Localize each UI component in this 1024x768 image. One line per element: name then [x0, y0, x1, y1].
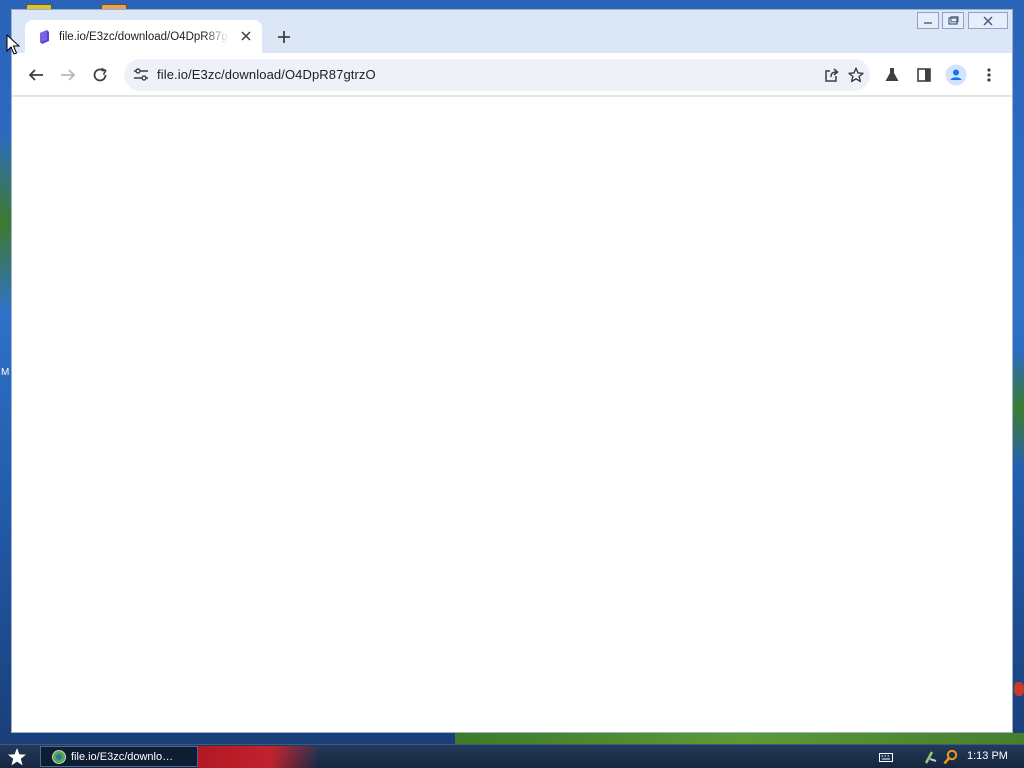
- keyboard-icon[interactable]: [879, 753, 893, 762]
- tune-icon[interactable]: [131, 65, 151, 85]
- tab-active[interactable]: file.io/E3zc/download/O4DpR87gtrzO: [25, 20, 262, 54]
- kebab-menu-icon[interactable]: [976, 62, 1002, 88]
- taskbar-item-label: file.io/E3zc/downlo…: [71, 750, 174, 763]
- address-url[interactable]: file.io/E3zc/download/O4DpR87gtrzO: [157, 67, 376, 82]
- star-icon[interactable]: [846, 65, 866, 85]
- maximize-button[interactable]: [942, 12, 964, 29]
- mouse-cursor-icon: [6, 34, 20, 55]
- browser-toolbar: file.io/E3zc/download/O4DpR87gtrzO: [12, 53, 1012, 96]
- flask-icon[interactable]: [879, 62, 905, 88]
- window-close-button[interactable]: [968, 12, 1008, 29]
- share-icon[interactable]: [822, 65, 842, 85]
- arrow-left-icon[interactable]: [23, 62, 49, 88]
- address-bar[interactable]: file.io/E3zc/download/O4DpR87gtrzO: [124, 59, 870, 91]
- tab-strip: file.io/E3zc/download/O4DpR87gtrzO: [12, 10, 1012, 54]
- close-icon[interactable]: [238, 28, 254, 44]
- minimize-button[interactable]: [917, 12, 939, 29]
- browser-window: file.io/E3zc/download/O4DpR87gtrzO: [11, 9, 1013, 733]
- taskbar-item-browser[interactable]: file.io/E3zc/downlo…: [40, 746, 198, 767]
- browser-globe-icon: [52, 749, 66, 764]
- taskbar-decoration: [198, 746, 318, 768]
- desktop-edge-label: M: [1, 367, 10, 378]
- network-icon[interactable]: [924, 749, 938, 765]
- plus-icon[interactable]: [274, 27, 294, 47]
- page-content[interactable]: [12, 97, 1012, 732]
- side-panel-icon[interactable]: [911, 62, 937, 88]
- wallpaper-hill: [455, 733, 1024, 744]
- arrow-right-icon[interactable]: [55, 62, 81, 88]
- reload-icon[interactable]: [87, 62, 113, 88]
- tab-title: file.io/E3zc/download/O4DpR87gtrzO: [59, 31, 229, 43]
- file-io-favicon-icon: [40, 30, 49, 44]
- clock[interactable]: 1:13 PM: [967, 750, 1008, 762]
- taskbar: file.io/E3zc/downlo… 1:13 PM: [0, 744, 1024, 768]
- start-star-icon[interactable]: [6, 746, 28, 768]
- search-icon[interactable]: [943, 749, 958, 765]
- profile-icon[interactable]: [943, 62, 969, 88]
- wallpaper-flower: [1014, 682, 1024, 696]
